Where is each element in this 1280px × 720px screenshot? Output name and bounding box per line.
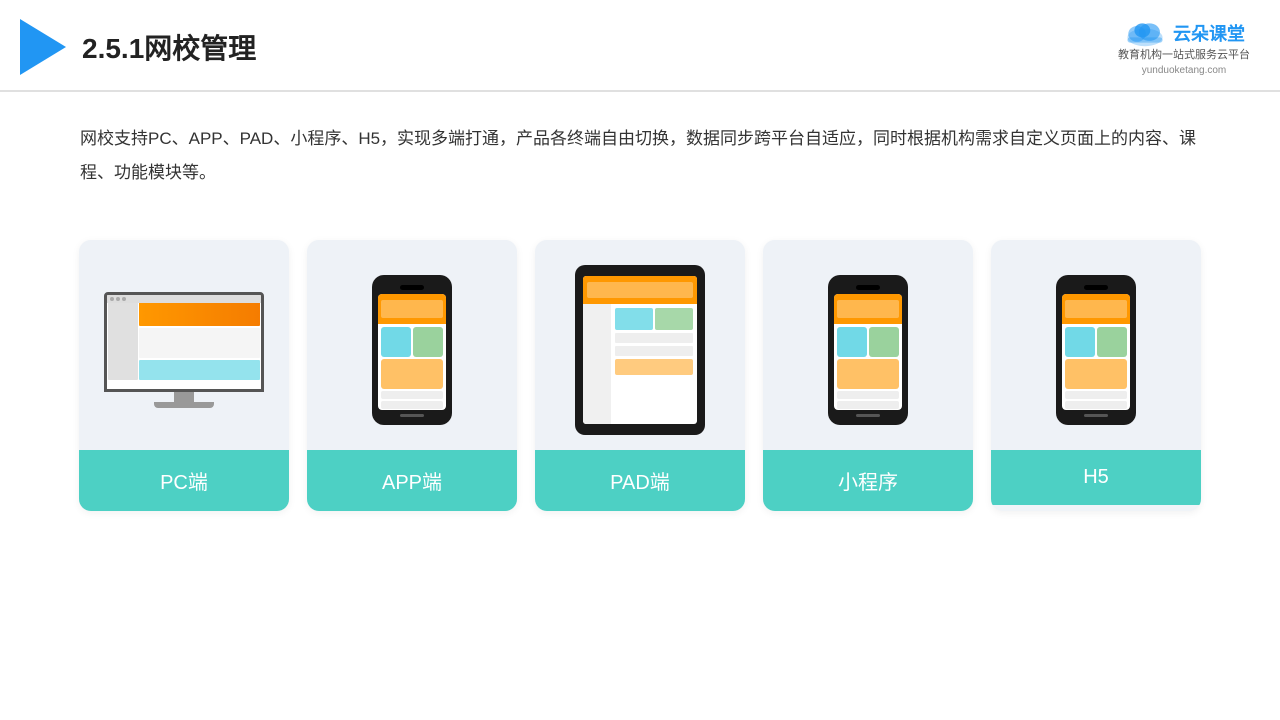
phone-notch-h5 (1084, 285, 1108, 290)
phone-body-mini (828, 275, 908, 425)
platform-cards: PC端 (0, 210, 1280, 541)
phone-home-mini (856, 414, 880, 418)
card-app: APP端 (307, 240, 517, 511)
phone-body-h5 (1056, 275, 1136, 425)
page-title: 2.5.1网校管理 (82, 27, 256, 67)
tablet-mockup (575, 265, 705, 435)
card-pad: PAD端 (535, 240, 745, 511)
header: 2.5.1网校管理 云朵课堂 教育机构一站式服务云平台 yunduoketang… (0, 0, 1280, 92)
pc-neck (174, 392, 194, 402)
card-app-label: APP端 (307, 450, 517, 511)
card-pc: PC端 (79, 240, 289, 511)
card-miniprogram-label: 小程序 (763, 450, 973, 511)
phone-home (400, 414, 424, 418)
header-right: 云朵课堂 教育机构一站式服务云平台 yunduoketang.com (1118, 18, 1250, 76)
phone-mockup-mini (828, 275, 908, 425)
brand-subtitle: 教育机构一站式服务云平台 (1118, 48, 1250, 63)
phone-notch-mini (856, 285, 880, 290)
brand-name: 云朵课堂 (1173, 20, 1245, 46)
card-app-image (307, 240, 517, 450)
card-pad-image (535, 240, 745, 450)
pc-base (154, 402, 214, 408)
phone-screen (378, 294, 446, 409)
card-miniprogram-image (763, 240, 973, 450)
brand-url: yunduoketang.com (1142, 65, 1227, 76)
brand-logo: 云朵课堂 (1123, 18, 1245, 48)
card-pad-label: PAD端 (535, 450, 745, 511)
description-text: 网校支持PC、APP、PAD、小程序、H5，实现多端打通，产品各终端自由切换，数… (0, 92, 1280, 200)
tablet-screen (583, 276, 697, 424)
phone-screen-h5 (1062, 294, 1130, 409)
phone-home-h5 (1084, 414, 1108, 418)
phone-screen-mini (834, 294, 902, 409)
card-pc-label: PC端 (79, 450, 289, 511)
phone-mockup-app (372, 275, 452, 425)
pc-mockup (104, 292, 264, 408)
header-left: 2.5.1网校管理 (20, 19, 256, 75)
tablet-body (575, 265, 705, 435)
cloud-icon (1123, 18, 1167, 48)
pc-screen (104, 292, 264, 392)
card-h5-label: H5 (991, 450, 1201, 505)
phone-mockup-h5 (1056, 275, 1136, 425)
card-h5: H5 (991, 240, 1201, 511)
phone-notch (400, 285, 424, 290)
logo-triangle-icon (20, 19, 66, 75)
card-h5-image (991, 240, 1201, 450)
phone-body (372, 275, 452, 425)
card-miniprogram: 小程序 (763, 240, 973, 511)
card-pc-image (79, 240, 289, 450)
